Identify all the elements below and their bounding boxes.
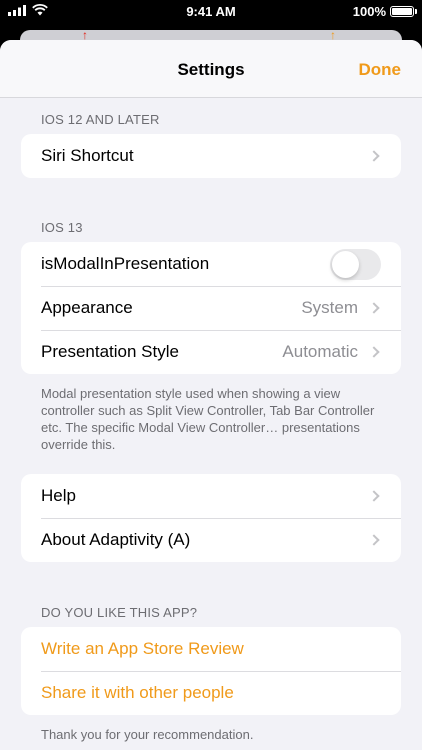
group-ios12: Siri Shortcut [21,134,401,178]
settings-sheet: Settings Done IOS 12 AND LATER Siri Shor… [0,40,422,750]
battery-icon [390,6,417,17]
row-value: Automatic [282,342,358,361]
modal-in-presentation-row: isModalInPresentation [21,242,401,286]
navigation-bar: Settings Done [0,40,422,98]
done-button[interactable]: Done [359,60,402,80]
appearance-row[interactable]: Appearance System [21,286,401,330]
help-row[interactable]: Help [21,474,401,518]
section-footer-ios13: Modal presentation style used when showi… [41,386,375,452]
presentation-style-row[interactable]: Presentation Style Automatic [21,330,401,374]
row-label: About Adaptivity (A) [41,530,191,549]
chevron-right-icon [368,302,380,314]
write-review-row[interactable]: Write an App Store Review [21,627,401,671]
row-label: Siri Shortcut [41,146,134,165]
section-header-like: DO YOU LIKE THIS APP? [41,605,198,620]
about-row[interactable]: About Adaptivity (A) [21,518,401,562]
row-label: Help [41,486,76,505]
group-info: Help About Adaptivity (A) [21,474,401,562]
share-row[interactable]: Share it with other people [21,671,401,715]
group-ios13: isModalInPresentation Appearance System … [21,242,401,374]
row-label: isModalInPresentation [41,254,210,273]
battery-percentage: 100% [352,4,386,19]
row-label: Appearance [41,298,133,317]
siri-shortcut-row[interactable]: Siri Shortcut [21,134,401,178]
status-bar: 9:41 AM 100% [0,0,422,24]
chevron-right-icon [368,150,380,162]
row-value: System [301,298,358,317]
section-header-ios13: IOS 13 [41,220,83,235]
row-label: Write an App Store Review [41,639,244,658]
status-right: 100% [352,4,417,19]
modal-in-presentation-toggle[interactable] [330,248,381,280]
chevron-right-icon [368,490,380,502]
row-label: Presentation Style [41,342,179,361]
chevron-right-icon [368,534,380,546]
row-label: Share it with other people [41,683,234,702]
section-header-ios12: IOS 12 AND LATER [41,112,160,127]
section-footer-like: Thank you for your recommendation. [41,727,254,742]
group-like: Write an App Store Review Share it with … [21,627,401,715]
chevron-right-icon [368,346,380,358]
